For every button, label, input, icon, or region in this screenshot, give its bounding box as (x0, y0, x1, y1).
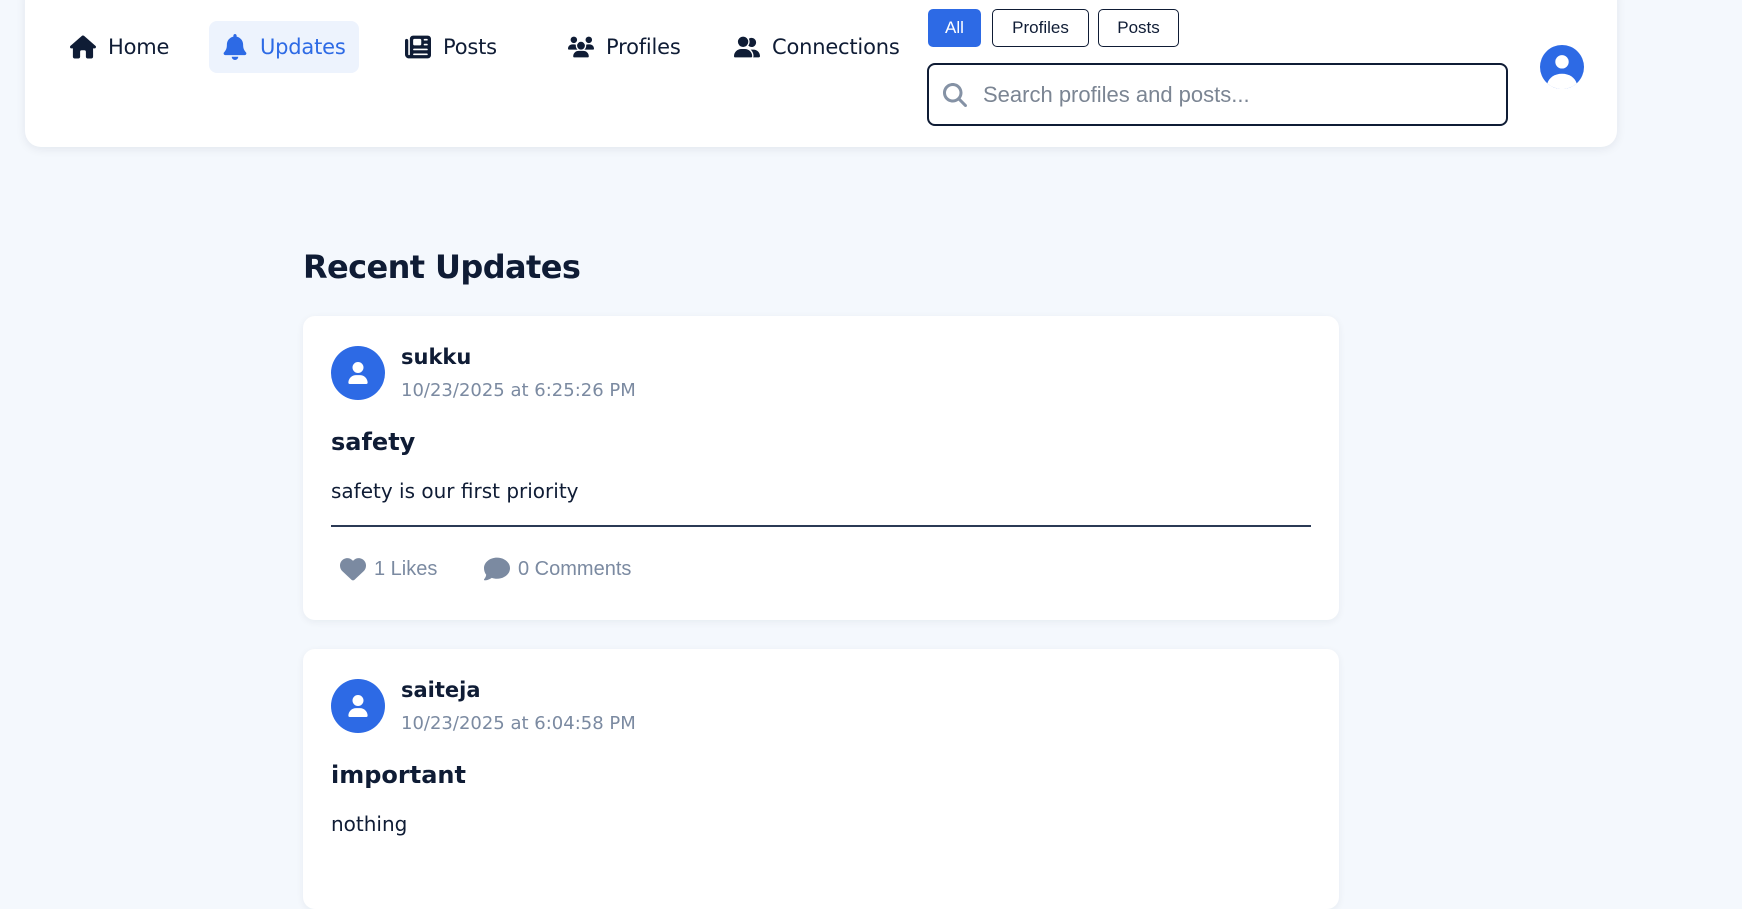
avatar[interactable] (331, 679, 385, 733)
post-card: sukku 10/23/2025 at 6:25:26 PM safety sa… (303, 316, 1339, 620)
post-content: nothing (331, 812, 408, 836)
search-icon (943, 82, 967, 107)
nav-item-profiles[interactable]: Profiles (555, 21, 694, 73)
nav-item-posts[interactable]: Posts (392, 21, 510, 73)
post-card: saiteja 10/23/2025 at 6:04:58 PM importa… (303, 649, 1339, 909)
nav-item-label: Home (108, 35, 170, 59)
post-author[interactable]: sukku (401, 345, 471, 369)
post-timestamp: 10/23/2025 at 6:25:26 PM (401, 380, 636, 401)
nav-item-home[interactable]: Home (57, 21, 182, 73)
newspaper-icon (405, 35, 431, 59)
post-title: important (331, 761, 466, 789)
users-icon (568, 36, 594, 58)
likes-count: 1 Likes (374, 557, 438, 580)
filter-all-button[interactable]: All (928, 9, 981, 47)
heart-icon (340, 558, 366, 581)
user-friends-icon (734, 36, 760, 58)
avatar[interactable] (331, 346, 385, 400)
post-divider (331, 525, 1311, 527)
comments-count: 0 Comments (518, 557, 632, 580)
comment-button[interactable]: 0 Comments (484, 556, 631, 582)
user-icon (348, 695, 368, 717)
page-title: Recent Updates (303, 248, 581, 286)
user-icon (348, 362, 368, 384)
post-content: safety is our first priority (331, 479, 579, 503)
nav-item-connections[interactable]: Connections (721, 21, 913, 73)
search-input[interactable] (983, 81, 1483, 108)
home-icon (70, 35, 96, 59)
comment-icon (484, 557, 510, 581)
post-timestamp: 10/23/2025 at 6:04:58 PM (401, 713, 636, 734)
post-author[interactable]: saiteja (401, 678, 481, 702)
filter-profiles-button[interactable]: Profiles (992, 9, 1089, 47)
top-navigation-bar: Home Updates Posts Profiles Connections … (25, 0, 1617, 147)
nav-item-label: Connections (772, 35, 900, 59)
like-button[interactable]: 1 Likes (340, 556, 437, 582)
nav-item-updates[interactable]: Updates (209, 21, 359, 73)
user-profile-button[interactable] (1540, 45, 1584, 89)
post-title: safety (331, 428, 416, 456)
bell-icon (223, 34, 247, 60)
nav-item-label: Updates (260, 35, 346, 59)
user-circle-icon (1540, 45, 1584, 89)
filter-posts-button[interactable]: Posts (1098, 9, 1179, 47)
nav-item-label: Posts (443, 35, 497, 59)
search-box (927, 63, 1508, 126)
nav-item-label: Profiles (606, 35, 681, 59)
